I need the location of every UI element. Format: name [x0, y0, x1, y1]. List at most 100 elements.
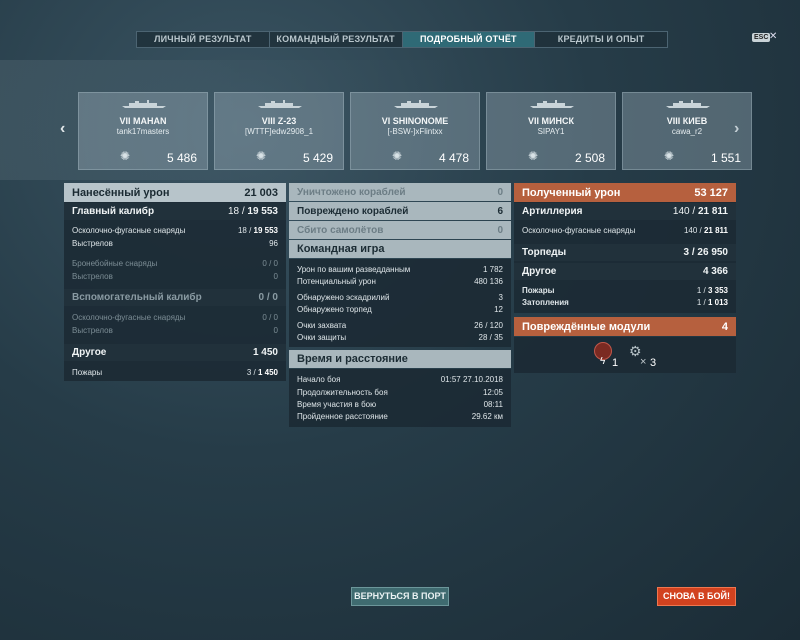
battle-duration-row: Продолжительность боя 12:05 — [289, 387, 511, 398]
shots-row: Выстрелов 96 — [64, 238, 286, 249]
received-he-row: Осколочно-фугасные снаряды 140 / 21 811 — [514, 225, 736, 236]
shots-value: 96 — [269, 239, 278, 248]
battle-start-row: Начало боя 01:57 27.10.2018 — [289, 374, 511, 385]
received-he-label: Осколочно-фугасные снаряды — [522, 226, 636, 235]
return-to-port-button[interactable]: ВЕРНУТЬСЯ В ПОРТ — [351, 587, 449, 606]
ship-silhouette-icon — [666, 100, 710, 108]
flooding-received-damage: 1 013 — [707, 298, 728, 307]
battle-again-button[interactable]: СНОВА В БОЙ! — [657, 587, 736, 606]
participation-time-row: Время участия в бою 08:11 — [289, 399, 511, 410]
squadrons-spotted-row: Обнаружено эскадрилий 3 — [289, 292, 511, 303]
other-dealt-value: 1 450 — [252, 347, 278, 358]
tab-credits-xp[interactable]: КРЕДИТЫ И ОПЫТ — [535, 32, 667, 47]
damage-received-header: Полученный урон 53 127 — [514, 183, 736, 202]
team-play-header: Командная игра — [289, 240, 511, 258]
torpedoes-spotted-value: 12 — [494, 305, 503, 314]
sec-shots-label: Выстрелов — [72, 326, 113, 335]
flooding-received-row: Затопления 1 / 1 013 — [514, 297, 736, 308]
he-shells-row: Осколочно-фугасные снаряды 18 / 19 553 — [64, 225, 286, 236]
defense-points-row: Очки защиты 28 / 35 — [289, 332, 511, 343]
received-he-damage: 21 811 — [703, 226, 728, 235]
ship-damage: 4 478 — [438, 151, 469, 165]
player-name: SIPAY1 — [537, 127, 565, 136]
ship-damage: 5 429 — [302, 151, 333, 165]
damage-dealt-title: Нанесённый урон — [72, 186, 170, 199]
damaged-modules-header: Повреждённые модули 4 — [514, 317, 736, 336]
damaged-modules-header-wrap: Повреждённые модули 4 — [514, 317, 736, 336]
sec-he-label: Осколочно-фугасные снаряды — [72, 313, 186, 322]
tab-personal-result[interactable]: ЛИЧНЫЙ РЕЗУЛЬТАТ — [137, 32, 270, 47]
capture-points-value: 26 / 120 — [474, 321, 503, 330]
sec-shots-value: 0 — [273, 326, 278, 335]
main-caliber-label: Главный калибр — [72, 206, 155, 217]
ap-shots-value: 0 — [273, 272, 278, 281]
fires-received-count: 1 / — [696, 286, 706, 295]
shots-label: Выстрелов — [72, 239, 113, 248]
ships-damaged-value: 6 — [497, 205, 503, 217]
sec-he-row: Осколочно-фугасные снаряды 0 / 0 — [64, 312, 286, 323]
ship-name: VII МИНСК — [528, 116, 574, 126]
flooding-received-value: 1 / 1 013 — [697, 298, 728, 307]
prev-arrow-icon[interactable]: ‹ — [60, 120, 65, 138]
battle-duration-label: Продолжительность боя — [297, 388, 388, 397]
lightning-icon: ϟ — [600, 356, 606, 367]
ship-card[interactable]: VI SHINONOME [-BSW-]xFlintxx ✺ 4 478 — [350, 92, 480, 170]
time-distance-header: Время и расстояние — [289, 350, 511, 368]
ships-damaged-row: Повреждено кораблей 6 — [289, 202, 511, 220]
ap-shells-label: Бронебойные снаряды — [72, 259, 158, 268]
artillery-damage: 21 811 — [697, 206, 728, 217]
player-name: cawa_r2 — [671, 127, 703, 136]
ship-card[interactable]: VIII КИЕВ cawa_r2 ✺ 1 551 — [622, 92, 752, 170]
fires-dealt-damage: 1 450 — [257, 368, 278, 377]
damage-received-title: Полученный урон — [522, 186, 621, 199]
participation-time-label: Время участия в бою — [297, 400, 377, 409]
squadrons-spotted-value: 3 — [498, 293, 503, 302]
secondary-caliber-label: Вспомогательный калибр — [72, 292, 202, 303]
tab-bar: ЛИЧНЫЙ РЕЗУЛЬТАТ КОМАНДНЫЙ РЕЗУЛЬТАТ ПОД… — [136, 31, 668, 48]
player-name: [WTTF]edw2908_1 — [244, 127, 314, 136]
he-shells-damage: 19 553 — [253, 226, 278, 235]
potential-damage-value: 480 136 — [474, 277, 503, 286]
damage-icon: ✺ — [664, 149, 675, 163]
secondary-caliber-row: Вспомогательный калибр 0 / 0 — [64, 289, 286, 306]
sec-shots-row: Выстрелов 0 — [64, 325, 286, 336]
planes-shot-row: Сбито самолётов 0 — [289, 221, 511, 239]
tab-detailed-report[interactable]: ПОДРОБНЫЙ ОТЧЁТ — [402, 32, 536, 47]
battle-start-label: Начало боя — [297, 375, 341, 384]
close-icon[interactable]: ✕ — [769, 31, 777, 42]
team-play-title: Командная игра — [297, 243, 385, 255]
damaged-modules-title: Повреждённые модули — [522, 320, 651, 333]
battle-stats-panel: Уничтожено кораблей 0 Повреждено корабле… — [289, 183, 511, 428]
participation-time-value: 08:11 — [483, 400, 503, 409]
torpedoes-received-value: 3 / 26 950 — [683, 247, 728, 258]
player-name: tank17masters — [116, 127, 170, 136]
tab-team-result[interactable]: КОМАНДНЫЙ РЕЗУЛЬТАТ — [269, 32, 403, 47]
spotting-damage-row: Урон по вашим разведданным 1 782 — [289, 264, 511, 275]
ship-card[interactable]: VIII Z-23 [WTTF]edw2908_1 ✺ 5 429 — [214, 92, 344, 170]
ship-card[interactable]: VII MAHAN tank17masters ✺ 5 486 — [78, 92, 208, 170]
artillery-value: 140 / 21 811 — [673, 206, 728, 217]
ships-damaged-label: Повреждено кораблей — [297, 205, 409, 217]
other-received-label: Другое — [522, 266, 557, 277]
fires-dealt-value: 3 / 1 450 — [247, 368, 278, 377]
spotting-damage-value: 1 782 — [482, 265, 503, 274]
module-count-steering: 3 — [650, 357, 657, 369]
fires-received-value: 1 / 3 353 — [697, 286, 728, 295]
planes-shot-label: Сбито самолётов — [297, 224, 384, 236]
he-shells-value: 18 / 19 553 — [238, 226, 278, 235]
spotting-damage-label: Урон по вашим разведданным — [297, 265, 411, 274]
torpedoes-spotted-row: Обнаружено торпед 12 — [289, 304, 511, 315]
main-caliber-row: Главный калибр 18 / 19 553 — [64, 203, 286, 220]
damage-icon: ✺ — [256, 149, 267, 163]
ship-silhouette-icon — [530, 100, 574, 108]
defense-points-label: Очки защиты — [297, 333, 347, 342]
module-count-engine: 1 — [612, 357, 619, 369]
capture-points-row: Очки захвата 26 / 120 — [289, 320, 511, 331]
esc-key-badge[interactable]: ESC — [752, 33, 771, 42]
fires-dealt-label: Пожары — [72, 368, 103, 377]
damage-icon: ✺ — [392, 149, 403, 163]
damage-received-panel: Полученный урон 53 127 Артиллерия 140 / … — [514, 183, 736, 313]
battle-start-value: 01:57 27.10.2018 — [440, 375, 503, 384]
ship-card[interactable]: VII МИНСК SIPAY1 ✺ 2 508 — [486, 92, 616, 170]
time-distance-title: Время и расстояние — [297, 353, 408, 365]
